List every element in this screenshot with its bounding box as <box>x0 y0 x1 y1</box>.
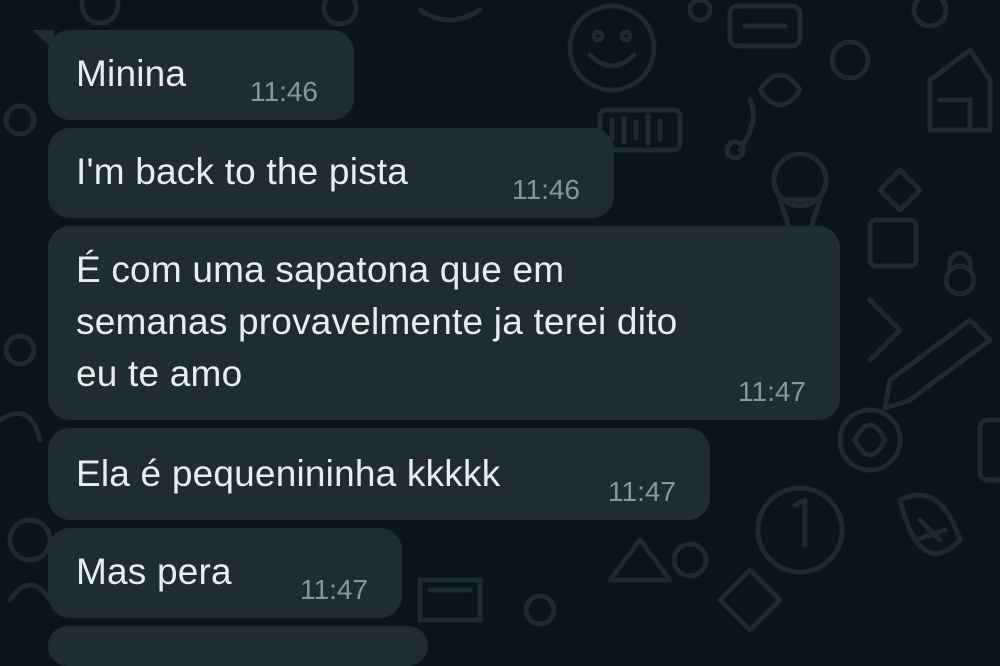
message-bubble[interactable]: É com uma sapatona que em semanas provav… <box>48 226 840 420</box>
message-timestamp: 11:47 <box>300 574 368 605</box>
message-text: É com uma sapatona que em semanas provav… <box>76 249 678 394</box>
message-timestamp: 11:47 <box>738 376 806 407</box>
message-bubble[interactable]: Minina 11:46 <box>32 30 354 120</box>
message-text: I'm back to the pista <box>76 151 409 192</box>
message-text: Ela é pequenininha kkkkk <box>76 453 501 494</box>
message-bubble[interactable]: Ela é pequenininha kkkkk 11:47 <box>48 428 710 520</box>
message-bubble[interactable]: I'm back to the pista 11:46 <box>48 128 614 218</box>
message-bubble-partial[interactable] <box>48 626 428 666</box>
message-bubble[interactable]: Mas pera 11:47 <box>48 528 402 618</box>
message-timestamp: 11:46 <box>250 76 318 107</box>
message-timestamp: 11:47 <box>608 476 676 507</box>
message-text: Minina <box>76 53 187 94</box>
message-text: Mas pera <box>76 551 232 592</box>
chat-message-list[interactable]: Minina 11:46 I'm back to the pista 11:46… <box>0 0 1000 666</box>
message-timestamp: 11:46 <box>512 174 580 205</box>
bubble-tail <box>32 30 54 50</box>
